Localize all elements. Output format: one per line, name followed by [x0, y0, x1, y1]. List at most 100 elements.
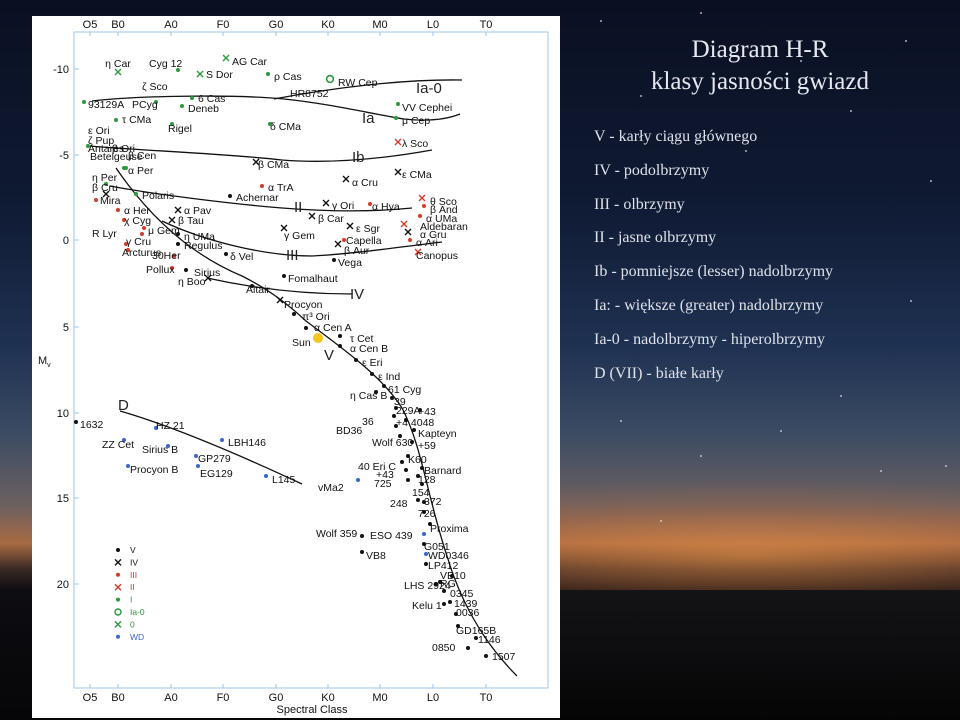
- spectral-class-a0-bottom: A0: [164, 692, 177, 704]
- star-gem-label: γ Gem: [284, 230, 315, 242]
- class-label-ii: II: [294, 199, 302, 216]
- sky-star: [660, 520, 662, 522]
- star-ori-marker: [292, 312, 296, 316]
- magnitude-tick-label: -10: [53, 64, 69, 76]
- sky-star: [600, 20, 602, 22]
- spectral-class-k0-top: K0: [321, 19, 334, 31]
- star-cas-marker: [266, 72, 270, 76]
- spectral-class-t0-bottom: T0: [480, 692, 493, 704]
- star-59-label: +59: [418, 440, 436, 452]
- sky-star: [840, 395, 842, 397]
- legend-symbol: [116, 634, 120, 639]
- star-altair-label: Altair: [246, 284, 270, 296]
- star-ari-label: α Ari: [416, 237, 438, 249]
- star-hz-21-label: HZ 21: [156, 420, 185, 432]
- star-cen-b-label: α Cen B: [350, 343, 388, 355]
- star-tau-marker: [168, 216, 176, 224]
- star-fomalhaut-label: Fomalhaut: [288, 273, 338, 285]
- star-vma2-label: vMa2: [318, 482, 344, 494]
- star-ari-marker: [408, 238, 412, 242]
- star-1507-marker: [484, 654, 488, 658]
- star-rigel-label: Rigel: [168, 123, 192, 135]
- slide-title: Diagram H-R klasy jasności gwiazd: [600, 34, 920, 98]
- star-deneb-label: Deneb: [188, 103, 219, 115]
- star-boo-label: η Boo: [178, 276, 206, 288]
- star-vv-cephei-label: VV Cephei: [402, 102, 452, 114]
- legend-symbol: [114, 620, 122, 628]
- spectral-class-f0-top: F0: [217, 19, 230, 31]
- spectral-class-l0-bottom: L0: [427, 692, 439, 704]
- star-cep-marker: [394, 116, 398, 120]
- star-cep-label: μ Cep: [402, 115, 430, 127]
- magnitude-tick-label: -5: [59, 150, 69, 162]
- star-markers: η Car Cyg 12 AG Car ζ Sco S Dor ρ Cas RW Cep HR…: [74, 54, 516, 663]
- hr-diagram-panel: O5 O5 B0 B0 A0 A0 F0 F0 G0 G0 K0 K0 M0 M0 L0 L0 T0 T0 Spec…: [32, 16, 560, 718]
- star-kelu-1-label: Kelu 1: [412, 600, 442, 612]
- star-procyon-marker: [276, 296, 284, 304]
- legend-label-0: 0: [130, 619, 135, 629]
- star-s-dor-label: S Dor: [206, 69, 233, 81]
- star-1632-label: 1632: [80, 419, 104, 431]
- star-1146-label: 1146: [478, 634, 501, 646]
- star-cma-marker: [394, 168, 402, 176]
- star-ind-label: ε Ind: [378, 371, 400, 383]
- class-label-v: V: [324, 347, 334, 364]
- legend-label-i: I: [130, 595, 132, 605]
- star-sirius-b-label: Sirius B: [142, 444, 178, 456]
- star-kapteyn-marker: [412, 428, 416, 432]
- star-aur-label: β Aur: [344, 245, 370, 257]
- sky-star: [945, 465, 947, 467]
- star-61-cyg-marker: [382, 384, 386, 388]
- star-and-marker: [422, 204, 426, 208]
- star-eri-marker: [354, 358, 358, 362]
- star-polaris-label: Polaris: [142, 190, 174, 202]
- star-regulus-marker: [176, 242, 180, 246]
- class-label-ib: Ib: [352, 149, 365, 166]
- legend-label-ia-0: Ia-0: [130, 607, 145, 617]
- star-0036-label: 0036: [456, 607, 480, 619]
- class-item-iii: III - olbrzymy: [594, 195, 685, 213]
- star-59-marker: [410, 440, 414, 444]
- legend-symbol: [116, 548, 120, 552]
- star-tau-label: β Tau: [178, 215, 204, 227]
- star-sgr-label: ε Sgr: [356, 223, 380, 235]
- star-betelgeuse-label: Betelgeuse: [90, 151, 143, 163]
- star-tra-marker: [260, 184, 264, 188]
- star-sgr-marker: [346, 222, 354, 230]
- sky-star: [880, 470, 882, 472]
- plot-frame: [73, 31, 549, 689]
- star-ori-label: γ Ori: [332, 200, 354, 212]
- class-label-ia-0: Ia-0: [416, 80, 442, 97]
- class-item-ii: II - jasne olbrzymy: [594, 229, 717, 247]
- x-axis-label: Spectral Class: [277, 704, 348, 716]
- star-wolf-359-marker: [360, 534, 364, 538]
- class-label-iv: IV: [350, 286, 364, 303]
- star-wolf-630-label: Wolf 630: [372, 437, 413, 449]
- ground-silhouette: [560, 590, 960, 720]
- star-372-label: 372: [424, 496, 442, 508]
- spectral-class-f0-bottom: F0: [217, 692, 230, 704]
- star-vma2-marker: [356, 478, 360, 482]
- star-36-label: 36: [362, 416, 374, 428]
- class-item-d: D (VII) - białe karły: [594, 364, 724, 382]
- star-rw-cep-label: RW Cep: [338, 77, 378, 89]
- star-hya-label: α Hya: [372, 201, 400, 213]
- star-uma-marker: [176, 232, 180, 236]
- magnitude-tick-label: 20: [57, 579, 69, 591]
- legend-label-ii: II: [130, 582, 135, 592]
- star-vel-label: δ Vel: [230, 251, 253, 263]
- class-label-ia: Ia: [362, 110, 375, 127]
- star-achernar-marker: [228, 194, 232, 198]
- star-6-cas-marker: [190, 96, 194, 100]
- sky-star: [620, 420, 622, 422]
- star-725-marker: [406, 478, 410, 482]
- class-label-d: D: [118, 397, 129, 414]
- star-bd36-marker: [394, 424, 398, 428]
- class-item-v: V - karły ciągu głównego: [594, 128, 758, 145]
- star-93129a-label: 93129A: [88, 99, 124, 111]
- sun-marker: [313, 333, 323, 343]
- star-cru-label: β Cru: [92, 182, 118, 194]
- star-1507-label: 1507: [492, 651, 516, 663]
- star-0345-marker: [442, 589, 446, 593]
- star-vb8-marker: [360, 550, 364, 554]
